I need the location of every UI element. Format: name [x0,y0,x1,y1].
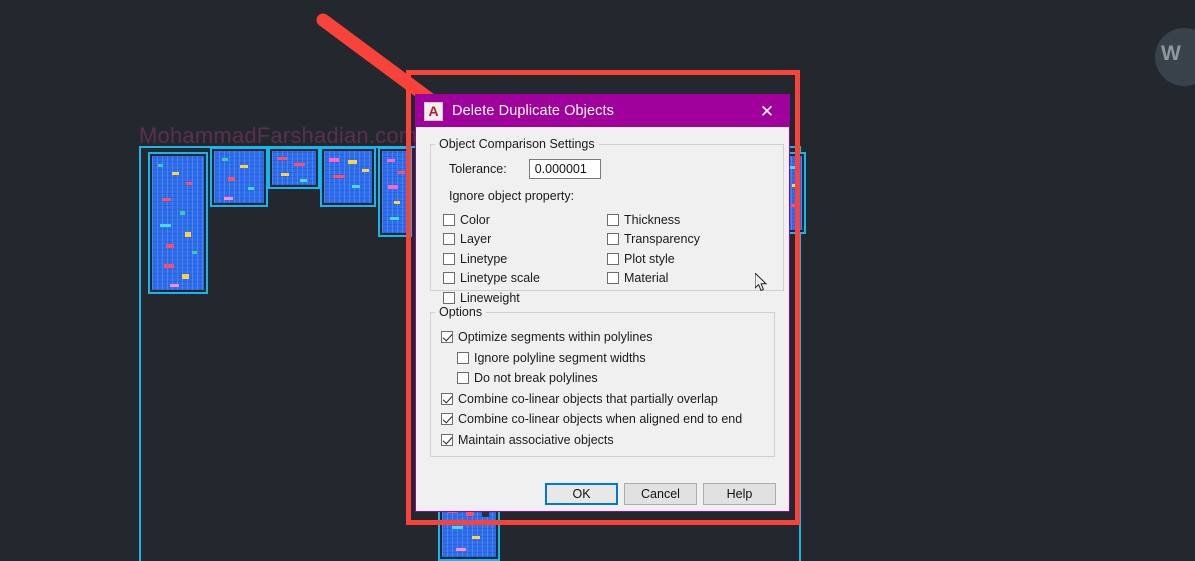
checkbox-material[interactable]: Material [607,269,771,289]
checkbox-box[interactable] [457,372,469,385]
ok-button[interactable]: OK [545,483,618,505]
group-legend-options: Options [439,305,483,319]
checkbox-optimize-segments[interactable]: Optimize segments within polylines [441,327,774,348]
checkbox-linetype[interactable]: Linetype [443,249,607,269]
checkbox-combine-end-to-end[interactable]: Combine co-linear objects when aligned e… [441,409,774,430]
checkbox-label: Linetype scale [460,271,540,286]
checkbox-box[interactable] [441,331,453,344]
checkbox-box[interactable] [607,252,619,265]
tolerance-label: Tolerance: [449,162,507,176]
checkbox-transparency[interactable]: Transparency [607,230,771,250]
checkbox-label: Color [460,212,490,227]
ignore-property-label: Ignore object property: [449,189,575,203]
viewcube-label: W [1161,42,1181,65]
checkbox-box[interactable] [441,413,453,426]
construction-line-left [139,146,141,561]
dialog-button-bar: OK Cancel Help [416,483,789,505]
viewcube[interactable]: W [1155,28,1195,86]
checkbox-box[interactable] [443,291,455,304]
close-icon[interactable]: ✕ [745,95,789,127]
checkbox-label: Transparency [624,232,700,247]
checkbox-color[interactable]: Color [443,210,607,230]
checkbox-box[interactable] [607,233,619,246]
ignore-left-column: Color Layer Linetype Linetype scale Line… [443,210,607,308]
checkbox-label: Optimize segments within polylines [458,330,653,345]
checkbox-box[interactable] [441,433,453,446]
checkbox-linetype-scale[interactable]: Linetype scale [443,269,607,289]
drawing-block [268,147,320,189]
dialog-title-bar[interactable]: A Delete Duplicate Objects ✕ [416,95,789,127]
checkbox-label: Thickness [624,212,681,227]
ignore-right-column: Thickness Transparency Plot style Materi… [607,210,771,308]
cancel-button[interactable]: Cancel [624,483,697,505]
checkbox-box[interactable] [457,351,469,364]
delete-duplicate-objects-dialog[interactable]: A Delete Duplicate Objects ✕ Object Comp… [415,94,790,512]
checkbox-thickness[interactable]: Thickness [607,210,771,230]
checkbox-do-not-break-polylines[interactable]: Do not break polylines [457,368,774,389]
checkbox-combine-partially-overlap[interactable]: Combine co-linear objects that partially… [441,389,774,410]
checkbox-label: Layer [460,232,492,247]
dialog-title: Delete Duplicate Objects [452,103,614,119]
dialog-body: Object Comparison Settings Tolerance: Ig… [416,127,789,513]
checkbox-label: Do not break polylines [474,371,598,386]
checkbox-box[interactable] [607,272,619,285]
checkbox-label: Plot style [624,251,675,266]
checkbox-label: Combine co-linear objects when aligned e… [458,412,743,427]
drawing-block [148,152,208,294]
checkbox-maintain-associative[interactable]: Maintain associative objects [441,430,774,451]
checkbox-label: Maintain associative objects [458,432,614,447]
checkbox-box[interactable] [443,233,455,246]
checkbox-box[interactable] [443,213,455,226]
checkbox-label: Combine co-linear objects that partially… [458,391,718,406]
tolerance-input[interactable] [528,159,601,179]
mouse-cursor-icon [755,273,768,292]
checkbox-label: Linetype [460,251,508,266]
checkbox-box[interactable] [443,272,455,285]
tolerance-row: Tolerance: [449,159,771,179]
checkbox-box[interactable] [441,392,453,405]
checkbox-label: Lineweight [460,290,520,305]
help-button[interactable]: Help [703,483,776,505]
autocad-a-icon: A [424,101,443,121]
checkbox-layer[interactable]: Layer [443,230,607,250]
checkbox-box[interactable] [443,252,455,265]
checkbox-label: Ignore polyline segment widths [474,350,646,365]
checkbox-label: Material [624,271,669,286]
checkbox-box[interactable] [607,213,619,226]
drawing-block [320,147,376,207]
object-comparison-settings-group: Object Comparison Settings Tolerance: Ig… [430,137,784,305]
checkbox-plot-style[interactable]: Plot style [607,249,771,269]
drawing-block [210,147,268,207]
options-group: Options Optimize segments within polylin… [430,305,775,457]
checkbox-ignore-polyline-widths[interactable]: Ignore polyline segment widths [457,348,774,369]
group-legend-comparison: Object Comparison Settings [439,137,595,151]
